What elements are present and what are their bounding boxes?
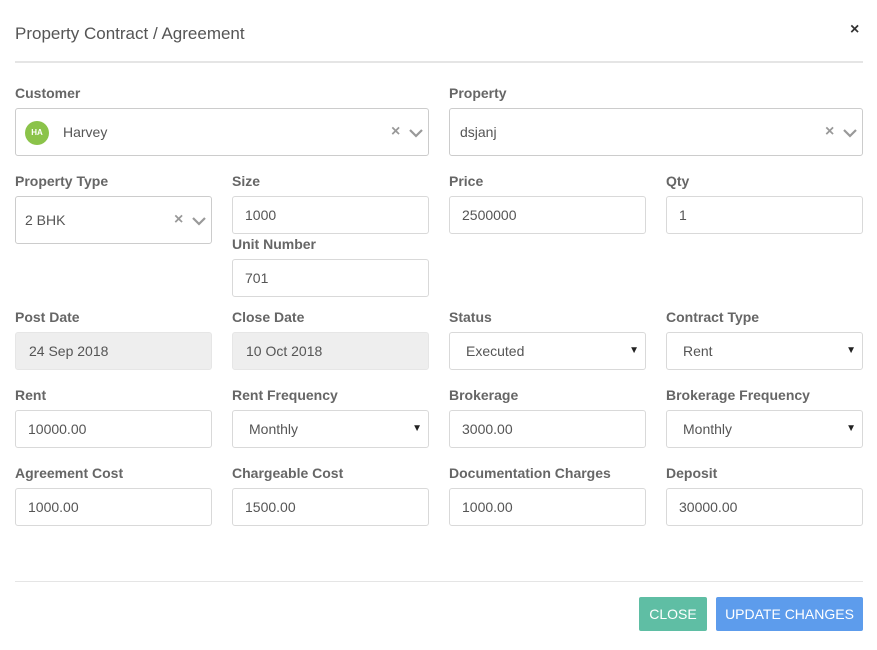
rent-label: Rent [15, 387, 47, 403]
unit-number-input[interactable]: 701 [232, 259, 429, 297]
modal-title: Property Contract / Agreement [15, 24, 245, 43]
post-date-label: Post Date [15, 309, 80, 325]
qty-label: Qty [666, 173, 690, 189]
close-date-label: Close Date [232, 309, 305, 325]
clear-property-icon[interactable]: × [825, 122, 834, 142]
brokerage-label: Brokerage [449, 387, 519, 403]
price-label: Price [449, 173, 484, 189]
property-label: Property [449, 85, 507, 101]
caret-down-icon: ▼ [412, 423, 422, 434]
deposit-input[interactable]: 30000.00 [666, 488, 863, 526]
property-type-value: 2 BHK [25, 212, 66, 228]
footer-divider [15, 581, 863, 582]
status-label: Status [449, 309, 492, 325]
agreement-cost-input[interactable]: 1000.00 [15, 488, 212, 526]
unit-number-label: Unit Number [232, 236, 316, 252]
brokerage-input[interactable]: 3000.00 [449, 410, 646, 448]
chevron-down-icon[interactable] [192, 216, 206, 226]
price-input[interactable]: 2500000 [449, 196, 646, 234]
close-icon[interactable]: × [850, 20, 859, 40]
chargeable-cost-label: Chargeable Cost [232, 465, 344, 481]
post-date-field: 24 Sep 2018 [15, 332, 212, 370]
rent-input[interactable]: 10000.00 [15, 410, 212, 448]
chargeable-cost-input[interactable]: 1500.00 [232, 488, 429, 526]
customer-label: Customer [15, 85, 81, 101]
size-input[interactable]: 1000 [232, 196, 429, 234]
close-date-field: 10 Oct 2018 [232, 332, 429, 370]
header-divider [15, 61, 863, 63]
rent-frequency-value: Monthly [249, 421, 299, 437]
documentation-charges-label: Documentation Charges [449, 465, 611, 481]
property-type-label: Property Type [15, 173, 109, 189]
contract-type-label: Contract Type [666, 309, 760, 325]
caret-down-icon: ▼ [629, 345, 639, 356]
customer-value: Harvey [63, 124, 108, 140]
brokerage-frequency-label: Brokerage Frequency [666, 387, 810, 403]
brokerage-frequency-select[interactable]: Monthly ▼ [666, 410, 863, 448]
customer-select[interactable]: HA Harvey × [15, 108, 429, 156]
chevron-down-icon[interactable] [409, 128, 423, 138]
clear-customer-icon[interactable]: × [391, 122, 400, 142]
qty-input[interactable]: 1 [666, 196, 863, 234]
chevron-down-icon[interactable] [843, 128, 857, 138]
agreement-cost-label: Agreement Cost [15, 465, 124, 481]
caret-down-icon: ▼ [846, 345, 856, 356]
size-label: Size [232, 173, 261, 189]
clear-property-type-icon[interactable]: × [174, 210, 183, 230]
update-changes-button[interactable]: UPDATE CHANGES [716, 597, 863, 631]
close-button[interactable]: CLOSE [639, 597, 707, 631]
status-select[interactable]: Executed ▼ [449, 332, 646, 370]
caret-down-icon: ▼ [846, 423, 856, 434]
brokerage-frequency-value: Monthly [683, 421, 733, 437]
property-value: dsjanj [460, 124, 497, 140]
property-type-select[interactable]: 2 BHK × [15, 196, 212, 244]
rent-frequency-select[interactable]: Monthly ▼ [232, 410, 429, 448]
status-value: Executed [466, 343, 525, 359]
rent-frequency-label: Rent Frequency [232, 387, 338, 403]
property-select[interactable]: dsjanj × [449, 108, 863, 156]
documentation-charges-input[interactable]: 1000.00 [449, 488, 646, 526]
contract-type-value: Rent [683, 343, 713, 359]
deposit-label: Deposit [666, 465, 718, 481]
customer-avatar: HA [25, 121, 49, 145]
contract-type-select[interactable]: Rent ▼ [666, 332, 863, 370]
